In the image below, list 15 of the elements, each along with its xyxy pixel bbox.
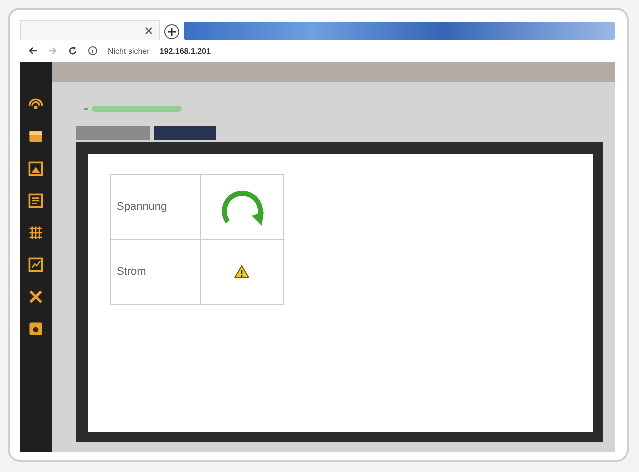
- new-tab-icon[interactable]: [164, 24, 180, 40]
- security-label: Nicht sicher: [108, 46, 150, 56]
- row-label: Spannung: [110, 174, 200, 240]
- back-icon[interactable]: [28, 46, 38, 56]
- chart-icon[interactable]: [27, 256, 45, 274]
- row-label: Strom: [110, 240, 200, 304]
- reload-icon[interactable]: [68, 46, 78, 56]
- document-icon[interactable]: [27, 192, 45, 210]
- warning-icon: [234, 265, 250, 279]
- info-icon[interactable]: [88, 46, 98, 56]
- close-icon[interactable]: [145, 26, 153, 34]
- cross-icon[interactable]: [27, 288, 45, 306]
- url-text[interactable]: 192.168.1.201: [160, 46, 211, 56]
- image-icon[interactable]: [27, 160, 45, 178]
- grid-icon[interactable]: [27, 224, 45, 242]
